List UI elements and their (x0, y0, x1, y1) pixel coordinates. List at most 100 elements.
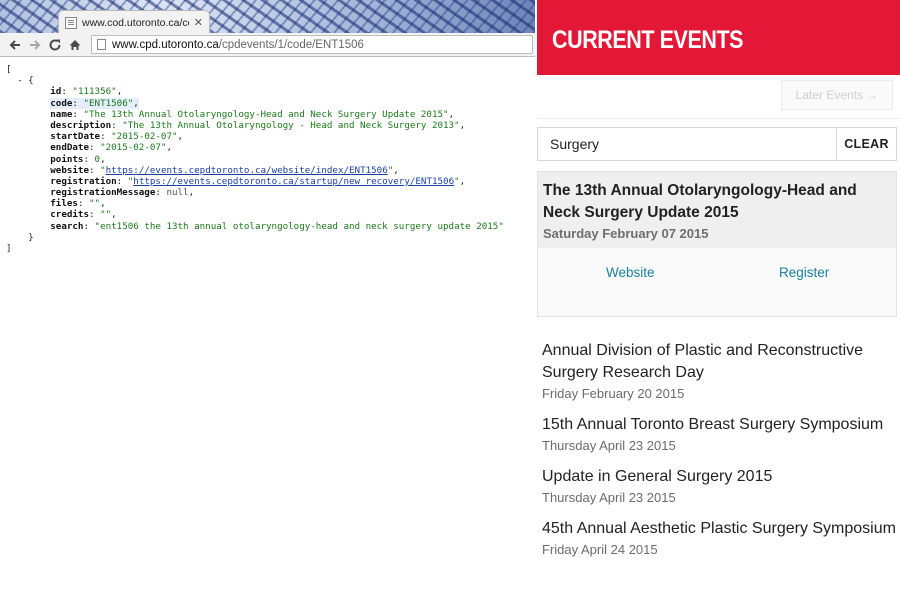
json-key: endDate (50, 142, 89, 154)
event-title: Update in General Surgery 2015 (542, 468, 773, 485)
json-separator: , (116, 86, 123, 98)
url-host: www.cpd.utoronto.ca (112, 38, 219, 51)
json-value: "2015-02-07" (100, 142, 167, 154)
json-value: "111356" (72, 86, 117, 98)
clear-button[interactable]: CLEAR (836, 128, 896, 160)
list-item[interactable]: 15th Annual Toronto Breast Surgery Sympo… (542, 414, 897, 454)
event-search: CLEAR (537, 127, 897, 161)
featured-event-header[interactable]: The 13th Annual Otolaryngology-Head and … (538, 172, 896, 248)
json-line: credits: "", (50, 209, 117, 221)
json-value: "" (89, 198, 101, 210)
close-tab-icon[interactable]: ✕ (194, 16, 203, 29)
json-link-value[interactable]: "https://events.cepdtoronto.ca/website/i… (100, 165, 393, 176)
json-line: - { (6, 75, 535, 86)
event-date: Friday February 20 2015 (542, 386, 685, 401)
json-line: ] (6, 243, 535, 254)
json-line: registrationMessage: null, (50, 187, 195, 199)
page-icon (65, 16, 77, 29)
json-separator: , (448, 108, 455, 120)
banner-title: CURRENT EVENTS (552, 26, 744, 54)
json-key: website (50, 164, 89, 176)
json-key: registration (50, 175, 117, 187)
event-date: Thursday April 23 2015 (542, 438, 676, 453)
json-key: code (50, 97, 73, 109)
list-item[interactable]: Update in General Surgery 2015 Thursday … (542, 466, 897, 506)
featured-event-links: Website Register (538, 248, 896, 316)
list-item[interactable]: Annual Division of Plastic and Reconstru… (542, 340, 897, 402)
json-key: startDate (50, 131, 101, 143)
json-viewer: [ - { id: "111356", code: "ENT1506", nam… (0, 57, 535, 600)
website-link[interactable]: Website (606, 265, 655, 280)
json-separator: , (459, 175, 466, 187)
featured-event-date: Saturday February 07 2015 (543, 226, 709, 241)
json-key: files (50, 198, 78, 210)
event-title: 45th Annual Aesthetic Plastic Surgery Sy… (542, 520, 896, 537)
json-key: registrationMessage (50, 187, 156, 199)
json-separator: , (188, 187, 195, 199)
json-separator: , (133, 97, 139, 109)
event-date: Thursday April 23 2015 (542, 490, 676, 505)
event-title: 15th Annual Toronto Breast Surgery Sympo… (542, 416, 884, 433)
forward-arrow-icon[interactable] (25, 35, 45, 55)
json-line: endDate: "2015-02-07", (50, 142, 173, 154)
json-line: website: "https://events.cepdtoronto.ca/… (50, 164, 399, 176)
register-link[interactable]: Register (779, 265, 829, 280)
featured-event-title: The 13th Annual Otolaryngology-Head and … (543, 182, 857, 221)
browser-toolbar: www.cpd.utoronto.ca/cpdevents/1/code/ENT… (0, 33, 535, 57)
back-arrow-icon[interactable] (5, 35, 25, 55)
json-value: "" (100, 209, 112, 221)
json-bracket: [ (6, 64, 12, 75)
json-line: files: "", (50, 198, 106, 210)
json-line: description: "The 13th Annual Otolaryngo… (50, 119, 466, 131)
json-value: "2015-02-07" (111, 131, 178, 143)
json-key: credits (50, 209, 89, 221)
tab-strip: www.cod.utoronto.ca/code ✕ (0, 0, 535, 34)
json-value: "The 13th Annual Otolaryngology-Head and… (83, 108, 449, 120)
json-separator: , (100, 198, 106, 210)
later-events-button[interactable]: Later Events → (781, 80, 893, 110)
json-separator: , (177, 131, 184, 143)
json-key: points (50, 153, 84, 165)
json-line: [ (6, 64, 535, 75)
pagination-row: Later Events → (537, 75, 900, 119)
current-events-banner: CURRENT EVENTS (537, 0, 900, 75)
json-separator: , (100, 153, 106, 165)
browser-tab[interactable]: www.cod.utoronto.ca/code ✕ (58, 10, 210, 34)
address-bar[interactable]: www.cpd.utoronto.ca/cpdevents/1/code/ENT… (91, 35, 533, 54)
json-link-value[interactable]: "https://events.cepdtoronto.ca/startup/n… (128, 176, 460, 187)
json-line: search: "ent1506 the 13th annual otolary… (50, 220, 504, 232)
events-panel: CURRENT EVENTS Later Events → CLEAR The … (537, 0, 900, 600)
json-key: description (50, 119, 112, 131)
json-value: "ent1506 the 13th annual otolaryngology-… (94, 220, 504, 232)
page-icon (97, 39, 106, 50)
json-separator: , (166, 142, 173, 154)
json-key: id (50, 86, 62, 98)
json-line: registration: "https://events.cepdtoront… (50, 175, 466, 187)
json-value: "The 13th Annual Otolaryngology - Head a… (122, 119, 460, 131)
json-value: "ENT1506" (83, 97, 134, 109)
browser-window: www.cod.utoronto.ca/code ✕ www.cpd.utoro… (0, 0, 535, 600)
url-path: /cpdevents/1/code/ENT1506 (218, 38, 364, 51)
json-line: code: "ENT1506", (50, 97, 139, 109)
json-separator: , (459, 119, 466, 131)
json-separator: , (393, 164, 399, 176)
json-value: null (166, 187, 189, 199)
json-bracket[interactable]: - { (6, 75, 34, 86)
json-key: search (50, 220, 84, 232)
json-bracket: } (6, 231, 34, 243)
featured-event: The 13th Annual Otolaryngology-Head and … (537, 171, 897, 317)
event-date: Friday April 24 2015 (542, 542, 658, 557)
search-input[interactable] (538, 128, 836, 160)
home-icon[interactable] (65, 35, 85, 55)
json-line: startDate: "2015-02-07", (50, 131, 184, 143)
list-item[interactable]: 45th Annual Aesthetic Plastic Surgery Sy… (542, 518, 897, 558)
json-line: points: 0, (50, 153, 106, 165)
json-line: } (6, 232, 535, 243)
reload-icon[interactable] (45, 35, 65, 55)
json-key: name (50, 108, 73, 120)
event-title: Annual Division of Plastic and Reconstru… (542, 342, 864, 381)
json-line: name: "The 13th Annual Otolaryngology-He… (50, 108, 455, 120)
tab-title: www.cod.utoronto.ca/code (82, 16, 189, 29)
event-list: Annual Division of Plastic and Reconstru… (542, 340, 897, 570)
json-line: id: "111356", (50, 86, 123, 98)
